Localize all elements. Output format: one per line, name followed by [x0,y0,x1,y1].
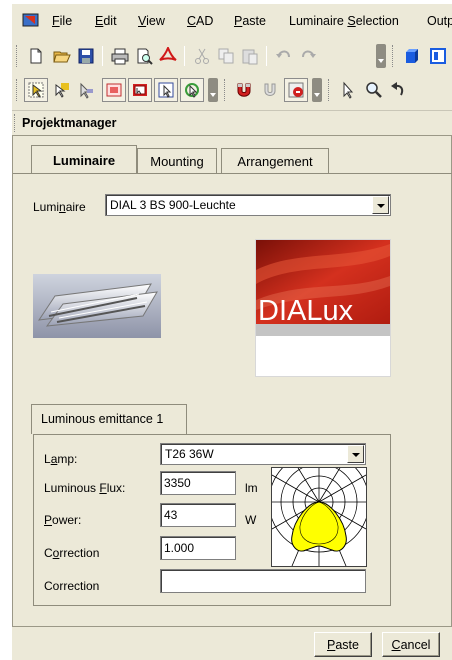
snap-icon[interactable] [258,78,282,102]
paste-button[interactable]: Paste [314,632,372,657]
toolbar-separator [184,46,185,66]
select-arrow-icon[interactable] [74,78,98,102]
correction-label: Correction [44,546,100,560]
project-manager-header: Projektmanager [12,110,452,134]
toolbar-grip[interactable] [16,79,19,101]
chevron-down-icon[interactable] [347,445,364,463]
chevron-down-icon[interactable] [372,196,389,214]
new-file-icon[interactable] [24,44,48,68]
menu-bar: File Edit View CAD Paste Luminaire Selec… [12,4,452,38]
tab-strip-line [13,173,452,174]
dialog-button-bar: Paste Cancel [12,627,452,660]
tab-luminous-emittance-1[interactable]: Luminous emittance 1 [31,404,187,434]
toolbar-overflow-chevron[interactable] [376,44,386,68]
light-distribution-diagram [271,467,367,567]
3d-view-icon[interactable] [400,44,424,68]
menu-luminaire-selection[interactable]: Luminaire Selection [289,14,399,28]
luminous-flux-label: Luminous Flux: [44,481,126,495]
magnet-icon[interactable] [232,78,256,102]
open-folder-icon[interactable] [50,44,74,68]
save-icon[interactable] [74,44,98,68]
view-toggle-1-icon[interactable] [102,78,126,102]
copy-icon[interactable] [214,44,238,68]
toolbar-separator [102,46,103,66]
menu-output[interactable]: Outp [427,14,452,28]
luminaire-label: Luminaire [33,200,86,214]
menu-paste[interactable]: Paste [234,14,266,28]
toolbar-separator [266,46,267,66]
select-luminaire-icon[interactable] [50,78,74,102]
toolbar-grip[interactable] [328,79,331,101]
redo-icon[interactable] [296,44,320,68]
toolbar-grip[interactable] [392,45,395,67]
menu-edit[interactable]: Edit [95,14,117,28]
lamp-label: Lamp: [44,452,78,466]
settings-icon[interactable] [284,78,308,102]
layout-icon[interactable] [426,44,450,68]
print-preview-icon[interactable] [132,44,156,68]
luminaire-image [33,274,161,338]
pdf-icon[interactable] [156,44,180,68]
app-icon[interactable] [22,12,40,28]
cancel-button[interactable]: Cancel [382,632,440,657]
paste-icon[interactable] [238,44,262,68]
project-manager-panel: Luminaire Mounting Arrangement Luminaire… [12,135,452,627]
toolbar-overflow-chevron[interactable] [312,78,322,102]
select-objects-icon[interactable] [24,78,48,102]
power-label: Power: [44,513,82,527]
menu-cad[interactable]: CAD [187,14,213,28]
toolbar-overflow-chevron[interactable] [208,78,218,102]
toolbar-grip[interactable] [16,45,19,67]
zoom-icon[interactable] [362,78,386,102]
luminous-flux-field[interactable]: 3350 [160,471,236,495]
standard-toolbar [12,40,452,72]
print-icon[interactable] [108,44,132,68]
application-window: File Edit View CAD Paste Luminaire Selec… [12,4,452,660]
menu-view[interactable]: View [138,14,165,28]
undo-arrow-icon[interactable] [386,78,410,102]
correction-2-field[interactable] [160,569,366,593]
cut-icon[interactable] [190,44,214,68]
dialux-logo: DIALux [255,239,391,377]
logo-text: DIALux [258,295,354,327]
view-toggle-2-icon[interactable] [128,78,152,102]
luminaire-select[interactable]: DIAL 3 BS 900-Leuchte [105,194,391,216]
rotate-select-icon[interactable] [180,78,204,102]
selection-toolbar [12,74,452,106]
luminaire-select-value: DIAL 3 BS 900-Leuchte [110,198,236,212]
correction-field[interactable]: 1.000 [160,536,236,560]
flux-unit: lm [245,481,258,495]
correction-2-label: Correction [44,579,100,593]
panel-title: Projektmanager [22,116,117,130]
power-field[interactable]: 43 [160,503,236,527]
panel-grip[interactable] [14,114,17,132]
pointer-icon[interactable] [336,78,360,102]
undo-icon[interactable] [272,44,296,68]
toolbar-grip[interactable] [224,79,227,101]
select-frame-icon[interactable] [154,78,178,102]
tab-luminaire[interactable]: Luminaire [31,145,137,173]
tab-mounting[interactable]: Mounting [137,148,217,173]
power-unit: W [245,513,257,527]
lamp-select-value: T26 36W [165,447,214,461]
tab-arrangement[interactable]: Arrangement [221,148,329,173]
menu-file[interactable]: File [52,14,72,28]
lamp-select[interactable]: T26 36W [160,443,366,465]
